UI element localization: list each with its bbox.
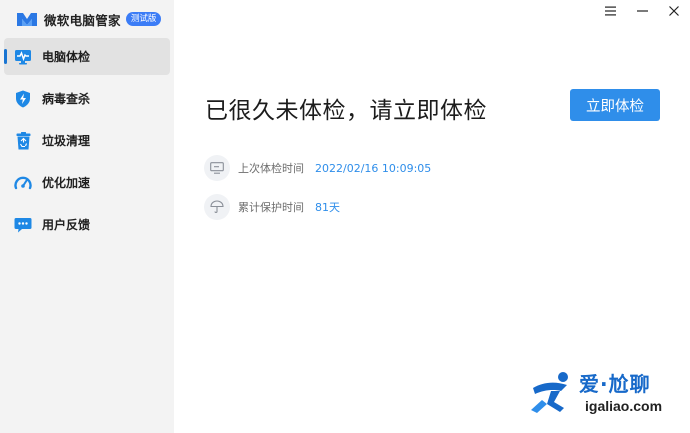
sidebar: 微软电脑管家 测试版 电脑体检 病毒查杀 垃圾清理 优化加速 用户反馈	[0, 0, 174, 433]
shield-bolt-icon	[14, 90, 32, 108]
close-icon	[669, 6, 679, 16]
last-check-row: 上次体检时间 2022/02/16 10:09:05	[204, 155, 431, 181]
sidebar-item-optimize[interactable]: 优化加速	[4, 164, 170, 201]
sidebar-item-junk-cleanup[interactable]: 垃圾清理	[4, 122, 170, 159]
window-controls	[594, 0, 690, 22]
monitor-icon	[204, 155, 230, 181]
sidebar-nav: 电脑体检 病毒查杀 垃圾清理 优化加速 用户反馈	[4, 38, 170, 248]
sidebar-item-label: 电脑体检	[42, 50, 91, 64]
last-check-value: 2022/02/16 10:09:05	[315, 161, 432, 175]
sidebar-item-label: 用户反馈	[42, 218, 91, 232]
watermark-title: 爱·尬聊	[579, 372, 651, 396]
watermark-url: igaliao.com	[585, 398, 663, 414]
sidebar-item-label: 垃圾清理	[42, 134, 91, 148]
minimize-icon	[636, 10, 648, 12]
watermark: 爱·尬聊 igaliao.com	[527, 368, 687, 418]
protect-time-value: 81天	[315, 201, 340, 214]
protect-time-row: 累计保护时间 81天	[204, 194, 340, 220]
page-headline: 已很久未体检，请立即体检	[205, 98, 487, 124]
app-logo-icon	[17, 13, 37, 26]
monitor-pulse-icon	[14, 48, 32, 66]
sidebar-item-label: 优化加速	[42, 176, 91, 190]
last-check-label: 上次体检时间	[238, 162, 304, 175]
menu-button[interactable]	[594, 0, 626, 22]
app-name: 微软电脑管家	[44, 12, 121, 28]
recycle-bin-icon	[14, 131, 32, 150]
sidebar-item-checkup[interactable]: 电脑体检	[4, 38, 170, 75]
umbrella-icon	[204, 194, 230, 220]
minimize-button[interactable]	[626, 0, 658, 22]
beta-badge: 测试版	[125, 12, 162, 26]
sidebar-item-label: 病毒查杀	[42, 92, 91, 106]
hamburger-icon	[604, 6, 616, 16]
sidebar-item-virus-scan[interactable]: 病毒查杀	[4, 80, 170, 117]
start-checkup-button[interactable]: 立即体检	[570, 89, 660, 121]
chat-bubble-icon	[14, 216, 32, 234]
runner-logo-icon	[531, 372, 568, 413]
protect-time-label: 累计保护时间	[238, 201, 304, 214]
app-brand: 微软电脑管家 测试版	[16, 10, 162, 28]
speedometer-icon	[14, 174, 32, 192]
sidebar-item-feedback[interactable]: 用户反馈	[4, 206, 170, 243]
close-button[interactable]	[658, 0, 690, 22]
